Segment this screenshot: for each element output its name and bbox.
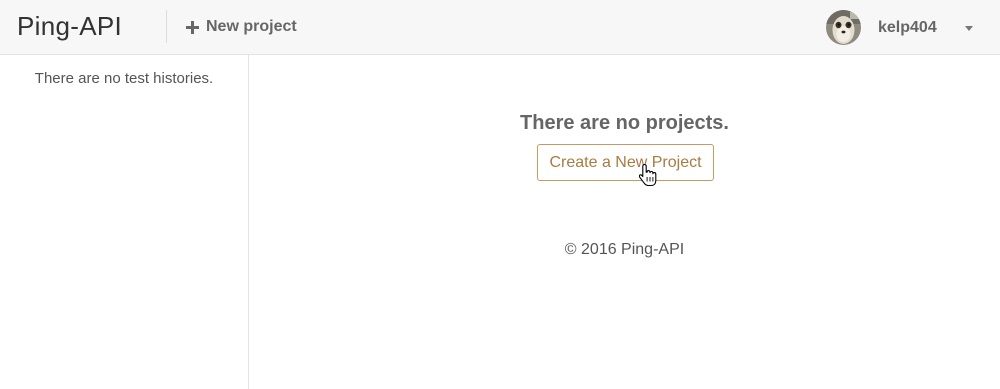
create-new-project-button[interactable]: Create a New Project [537, 144, 714, 181]
footer-copyright: © 2016 Ping-API [564, 241, 685, 258]
brand-logo[interactable]: Ping-API [17, 10, 122, 42]
top-navbar: Ping-API New project kelp404 [0, 0, 1000, 55]
avatar [826, 10, 861, 45]
no-histories-message: There are no test histories. [34, 70, 214, 87]
chevron-down-icon [965, 26, 973, 31]
navbar-divider [166, 10, 167, 43]
history-sidebar: There are no test histories. [0, 55, 249, 389]
new-project-label: New project [206, 18, 297, 35]
new-project-button[interactable]: New project [186, 16, 297, 38]
main-content: There are no projects. Create a New Proj… [249, 55, 1000, 389]
meerkat-avatar-icon [826, 10, 861, 45]
no-projects-heading: There are no projects. [520, 112, 729, 134]
username-label: kelp404 [878, 19, 937, 36]
plus-icon [186, 20, 199, 34]
hand-pointer-cursor-icon [639, 163, 657, 187]
user-menu-dropdown[interactable]: kelp404 [826, 10, 986, 46]
